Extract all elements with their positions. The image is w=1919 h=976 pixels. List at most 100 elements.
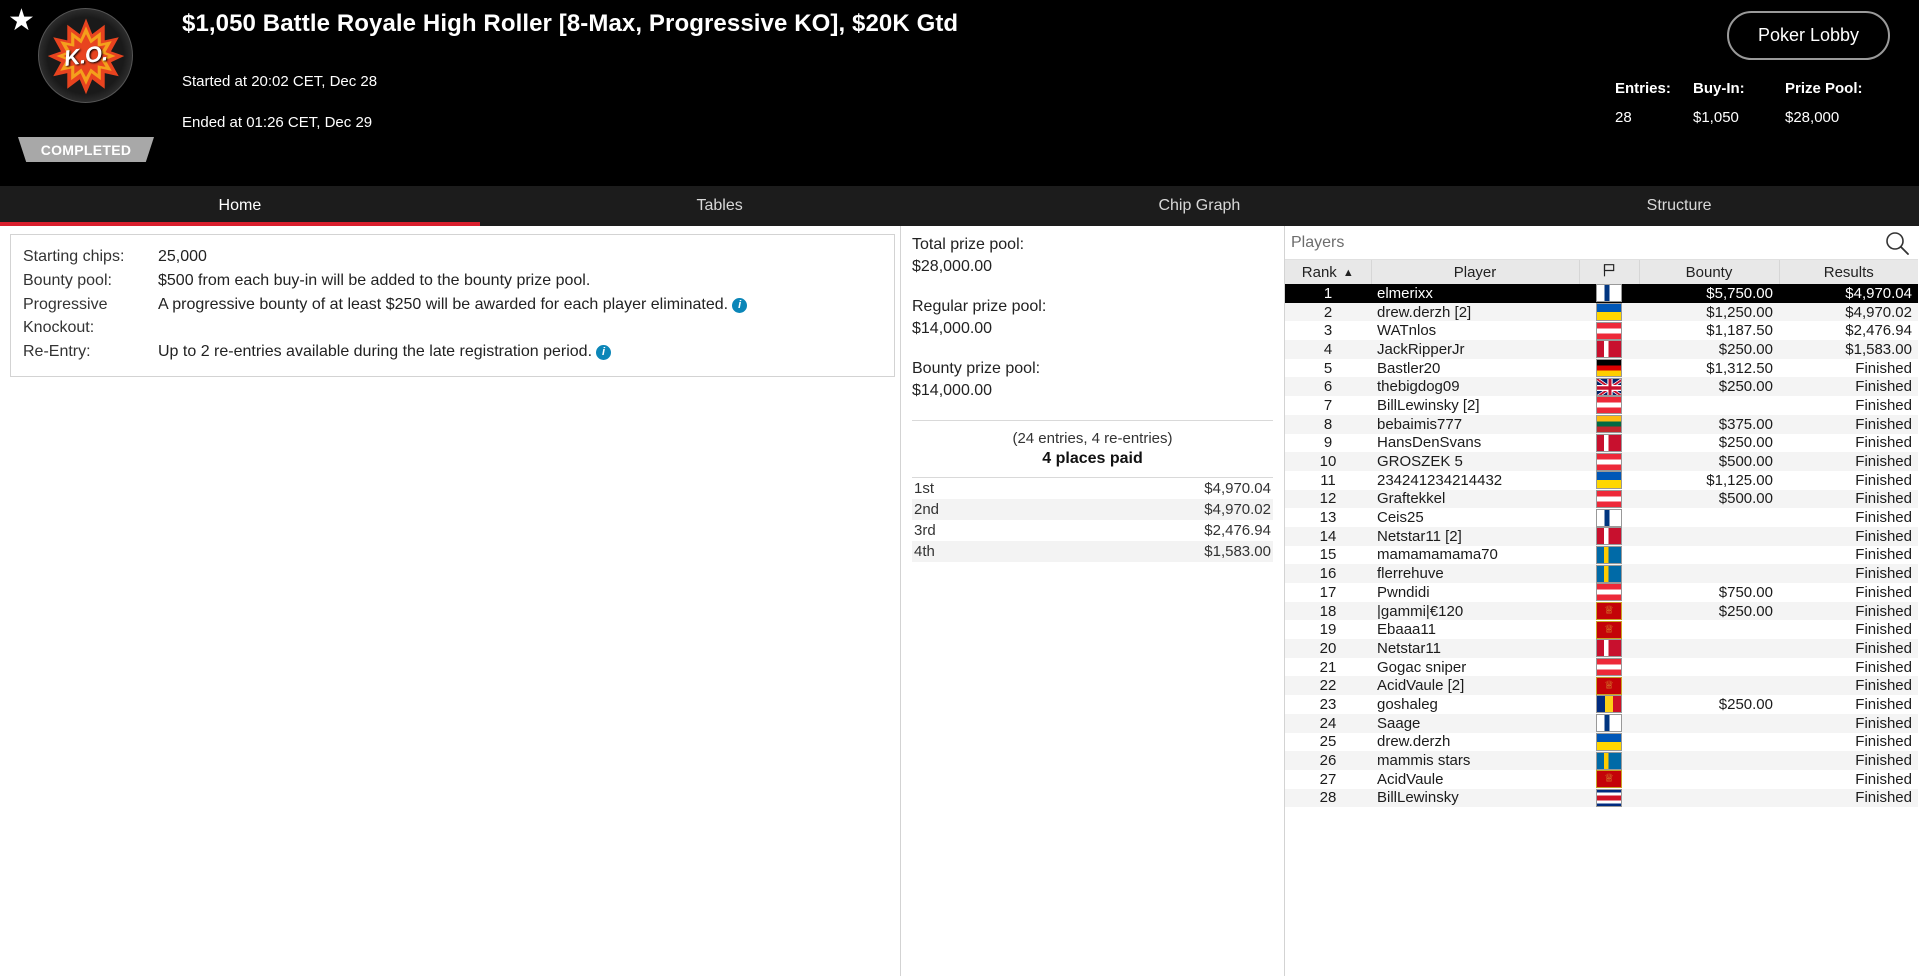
table-row[interactable]: 3 WATnlos $1,187.50 $2,476.94 — [1285, 321, 1918, 340]
tab-structure[interactable]: Structure — [1439, 186, 1919, 226]
column-header-rank[interactable]: Rank ▲ — [1285, 260, 1372, 284]
cell-rank: 19 — [1319, 621, 1337, 639]
table-row[interactable]: 25 drew.derzh Finished — [1285, 732, 1918, 752]
flag-icon-at — [1596, 396, 1622, 415]
cell-bounty: $750.00 — [1718, 583, 1773, 601]
flag-icon-fi — [1596, 508, 1622, 527]
flag-icon-ua — [1596, 303, 1622, 322]
cell-country — [1579, 489, 1639, 509]
players-table-body: 1 elmerixx $5,750.00 $4,970.04 2 drew.derzh [… — [1285, 284, 1918, 808]
star-icon[interactable]: ★ — [8, 6, 35, 36]
column-header-country[interactable] — [1579, 260, 1640, 284]
table-row[interactable]: 20 Netstar11 Finished — [1285, 639, 1918, 658]
cell-results: Finished — [1855, 789, 1912, 807]
cell-country — [1579, 377, 1639, 396]
cell-rank: 20 — [1319, 639, 1337, 657]
stat-entries-label: Entries: — [1615, 80, 1671, 97]
table-row[interactable]: 23 goshaleg $250.00 Finished — [1285, 695, 1918, 714]
table-row[interactable]: 13 Ceis25 Finished — [1285, 508, 1918, 527]
tab-tables[interactable]: Tables — [480, 186, 960, 226]
table-row[interactable]: 17 Pwndidi $750.00 Finished — [1285, 583, 1918, 602]
ended-at-text: Ended at 01:26 CET, Dec 29 — [182, 114, 373, 131]
payout-amount: $4,970.04 — [1204, 480, 1271, 497]
stat-entries-value: 28 — [1615, 109, 1632, 126]
payout-row: 3rd $2,476.94 — [912, 520, 1273, 541]
cell-bounty — [1639, 639, 1779, 658]
cell-country — [1579, 788, 1639, 808]
cell-player: AcidVaule — [1377, 770, 1444, 788]
cell-bounty: $5,750.00 — [1706, 284, 1773, 302]
players-search-row — [1285, 226, 1918, 260]
flag-icon-de — [1596, 359, 1622, 378]
table-row[interactable]: 24 Saage Finished — [1285, 713, 1918, 733]
table-row[interactable]: 2 drew.derzh [2] $1,250.00 $4,970.02 — [1285, 302, 1918, 322]
tab-home[interactable]: Home — [0, 186, 480, 226]
info-value-re-entry: Up to 2 re-entries available during the … — [158, 340, 612, 363]
table-row[interactable]: 9 HansDenSvans $250.00 Finished — [1285, 433, 1918, 453]
cell-country — [1579, 545, 1639, 565]
table-row[interactable]: 22 AcidVaule [2] ♕ Finished — [1285, 676, 1918, 696]
status-badge: COMPLETED — [18, 137, 154, 162]
cell-results: Finished — [1855, 378, 1912, 396]
info-tooltip-icon-progressive[interactable]: i — [732, 298, 748, 313]
column-header-bounty[interactable]: Bounty — [1639, 260, 1780, 284]
cell-results: Finished — [1855, 714, 1912, 732]
info-value-progressive-knockout: A progressive bounty of at least $250 wi… — [158, 293, 748, 339]
tab-chip-graph[interactable]: Chip Graph — [960, 186, 1440, 226]
table-row[interactable]: 15 mamamamama70 Finished — [1285, 545, 1918, 565]
flag-icon-at — [1596, 452, 1622, 471]
cell-results: Finished — [1855, 621, 1912, 639]
cell-player: Graftekkel — [1377, 490, 1446, 508]
table-row[interactable]: 28 BillLewinsky Finished — [1285, 788, 1918, 808]
table-row[interactable]: 11 234241234214432 $1,125.00 Finished — [1285, 471, 1918, 490]
info-tooltip-icon-reentry[interactable]: i — [596, 345, 612, 360]
cell-rank: 9 — [1323, 434, 1333, 452]
table-row[interactable]: 1 elmerixx $5,750.00 $4,970.04 — [1285, 284, 1918, 303]
cell-rank: 27 — [1319, 770, 1337, 788]
table-row[interactable]: 14 Netstar11 [2] Finished — [1285, 526, 1918, 546]
cell-rank: 26 — [1319, 752, 1337, 770]
cell-country: ♕ — [1579, 676, 1639, 695]
search-icon[interactable] — [1884, 230, 1910, 256]
cell-rank: 8 — [1323, 415, 1333, 433]
flag-icon-lt — [1596, 415, 1622, 434]
table-row[interactable]: 10 GROSZEK 5 $500.00 Finished — [1285, 452, 1918, 471]
info-label-bounty-pool: Bounty pool: — [23, 272, 112, 289]
column-header-player[interactable]: Player — [1371, 260, 1580, 284]
poker-lobby-button[interactable]: Poker Lobby — [1727, 11, 1890, 60]
table-row[interactable]: 4 JackRipperJr $250.00 $1,583.00 — [1285, 340, 1918, 359]
table-row[interactable]: 21 Gogac sniper Finished — [1285, 658, 1918, 677]
cell-bounty: $250.00 — [1718, 340, 1773, 358]
regular-prize-pool-value: $14,000.00 — [912, 320, 993, 337]
table-row[interactable]: 7 BillLewinsky [2] Finished — [1285, 396, 1918, 415]
flag-icon-dk — [1596, 527, 1622, 546]
search-input[interactable] — [1291, 233, 1884, 252]
cell-rank: 23 — [1319, 695, 1337, 713]
info-row-bounty-pool: Bounty pool: $500 from each buy-in will … — [23, 269, 882, 292]
table-row[interactable]: 18 |gammi|€120 ♕ $250.00 Finished — [1285, 601, 1918, 621]
info-label-starting-chips: Starting chips: — [23, 248, 125, 265]
cell-bounty — [1639, 546, 1779, 565]
flag-icon-gb — [1596, 377, 1622, 396]
flag-icon-fi — [1596, 714, 1622, 733]
table-row[interactable]: 6 thebigdog09 $250.00 Finished — [1285, 377, 1918, 397]
table-row[interactable]: 19 Ebaaa11 ♕ Finished — [1285, 620, 1918, 639]
table-row[interactable]: 12 Graftekkel $500.00 Finished — [1285, 489, 1918, 509]
flag-icon-dk — [1596, 340, 1622, 359]
info-box: Starting chips: 25,000 Bounty pool: $500… — [10, 234, 895, 377]
payout-row: 4th $1,583.00 — [912, 541, 1273, 562]
table-row[interactable]: 8 bebaimis777 $375.00 Finished — [1285, 414, 1918, 434]
cell-rank: 7 — [1323, 396, 1333, 414]
cell-bounty: $250.00 — [1718, 378, 1773, 396]
flag-icon-me: ♕ — [1596, 676, 1622, 695]
table-row[interactable]: 16 flerrehuve Finished — [1285, 564, 1918, 583]
info-label-progressive-knockout: Progressive Knockout: — [23, 296, 108, 336]
table-row[interactable]: 26 mammis stars Finished — [1285, 751, 1918, 770]
flag-icon-ro — [1596, 695, 1622, 714]
table-row[interactable]: 5 Bastler20 $1,312.50 Finished — [1285, 359, 1918, 378]
payout-amount: $1,583.00 — [1204, 543, 1271, 560]
column-header-results[interactable]: Results — [1779, 260, 1918, 284]
total-prize-pool-label: Total prize pool: — [912, 236, 1025, 253]
table-row[interactable]: 27 AcidVaule ♕ Finished — [1285, 770, 1918, 789]
main-content: Starting chips: 25,000 Bounty pool: $500… — [0, 226, 1919, 976]
